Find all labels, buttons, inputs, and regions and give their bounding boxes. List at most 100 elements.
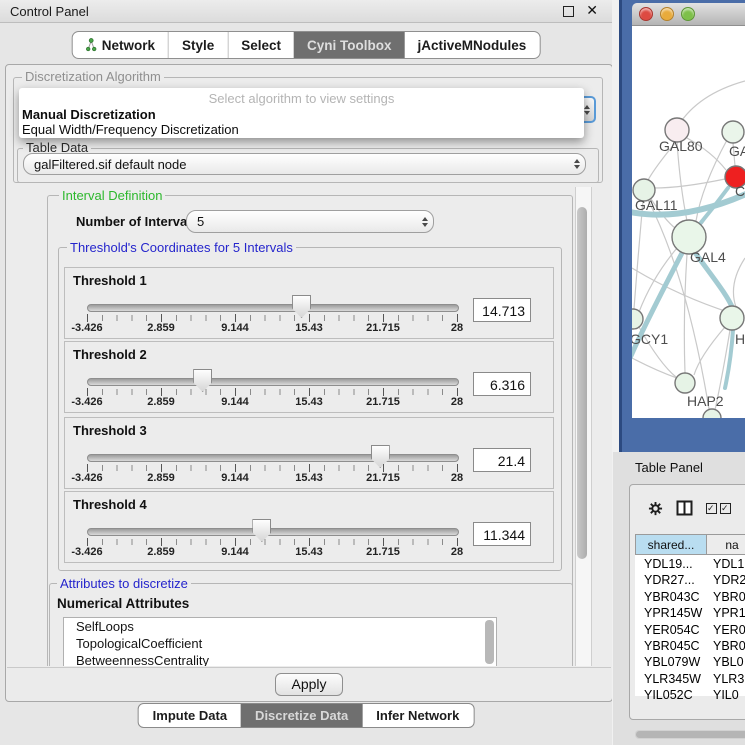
panel-scrollbar-thumb[interactable] xyxy=(577,207,587,559)
dropdown-option-manual-discretization[interactable]: Manual Discretization xyxy=(22,107,156,122)
cell-name: YDR2 xyxy=(713,573,745,587)
number-of-intervals-combobox[interactable]: 5 xyxy=(186,210,434,233)
slider-tick-label: 21.715 xyxy=(366,396,400,408)
slider-track[interactable] xyxy=(87,454,459,462)
apply-strip: Apply xyxy=(7,667,611,701)
slider-tick-label: 15.43 xyxy=(295,322,323,334)
network-window-titlebar[interactable] xyxy=(632,3,745,26)
number-of-intervals-value: 5 xyxy=(187,214,417,229)
network-canvas[interactable]: GAL80GACGAL11GAL4GCY1HHAP2 xyxy=(632,26,745,418)
apply-button[interactable]: Apply xyxy=(275,673,343,696)
close-traffic-light-icon[interactable] xyxy=(639,7,653,21)
table-row[interactable]: YPR145WYPR1 xyxy=(635,605,745,621)
threshold-label: Threshold 4 xyxy=(73,497,147,512)
bottom-tab-impute-data[interactable]: Impute Data xyxy=(139,704,241,727)
threshold-value-field[interactable]: 6.316 xyxy=(473,372,531,396)
cell-shared-name: YER054C xyxy=(644,623,700,637)
slider-major-tick xyxy=(235,464,236,472)
table-header-shared-name[interactable]: shared... xyxy=(635,534,707,555)
slider-major-tick xyxy=(87,538,88,546)
minimize-traffic-light-icon[interactable] xyxy=(660,7,674,21)
slider-major-tick xyxy=(235,538,236,546)
column-checkboxes-icon[interactable]: ✓✓ xyxy=(706,503,731,514)
threshold-panel-3: Threshold 3-3.4262.8599.14415.4321.71528… xyxy=(64,417,554,489)
settings-gear-icon[interactable] xyxy=(648,501,663,516)
table-data-combobox[interactable]: galFiltered.sif default node xyxy=(23,153,586,175)
threshold-panel-2: Threshold 2-3.4262.8599.14415.4321.71528… xyxy=(64,341,554,413)
stepper-arrows-icon xyxy=(417,217,433,227)
right-side: GAL80GACGAL11GAL4GCY1HHAP2 Table Panel ✓… xyxy=(612,0,745,745)
network-graph: GAL80GACGAL11GAL4GCY1HHAP2 xyxy=(632,26,745,418)
threshold-label: Threshold 2 xyxy=(73,347,147,362)
tab-network[interactable]: Network xyxy=(73,32,168,58)
table-header-name[interactable]: na xyxy=(706,534,745,555)
tab-bar: NetworkStyle Select Cyni Toolbox jActiveMNo… xyxy=(72,31,541,59)
cell-name: YBL0 xyxy=(713,655,744,669)
slider-track[interactable] xyxy=(87,378,459,386)
slider-tick-label: -3.426 xyxy=(71,322,102,334)
network-node[interactable] xyxy=(722,121,744,143)
cell-shared-name: YBR045C xyxy=(644,639,700,653)
slider-track[interactable] xyxy=(87,528,459,536)
table-hscrollbar[interactable] xyxy=(635,730,745,739)
table-panel: Table Panel ✓✓ shared...naYDL19...YDL1YD… xyxy=(613,452,745,745)
bottom-tab-discretize-data[interactable]: Discretize Data xyxy=(241,704,362,727)
bottom-tab-infer-network[interactable]: Infer Network xyxy=(362,704,473,727)
attribute-list-item[interactable]: SelfLoops xyxy=(64,618,496,635)
slider-major-tick xyxy=(87,388,88,396)
tab-select[interactable]: Select xyxy=(227,32,294,58)
split-view-icon[interactable] xyxy=(676,500,693,516)
threshold-value-field[interactable]: 21.4 xyxy=(473,448,531,472)
table-row[interactable]: YDR27...YDR2 xyxy=(635,572,745,588)
slider-tick-label: 2.859 xyxy=(147,546,175,558)
table-row[interactable]: YER054C YER0 xyxy=(635,622,745,638)
cell-shared-name: YLR345W xyxy=(644,672,701,686)
slider-major-tick xyxy=(457,388,458,396)
numerical-attributes-list[interactable]: SelfLoopsTopologicalCoefficientBetweenne… xyxy=(63,617,497,666)
node-label: GAL80 xyxy=(659,138,703,154)
network-node[interactable] xyxy=(632,309,643,329)
close-icon[interactable]: ✕ xyxy=(586,2,598,19)
slider-tick-label: 28 xyxy=(451,472,463,484)
slider-major-tick xyxy=(383,388,384,396)
threshold-value-field[interactable]: 14.713 xyxy=(473,298,531,322)
tab-jactivemnodules[interactable]: jActiveMNodules xyxy=(405,32,540,58)
node-table[interactable]: shared...naYDL19...YDL1YDR27...YDR2YBR04… xyxy=(635,534,745,696)
tab-cyni-toolbox[interactable]: Cyni Toolbox xyxy=(294,32,405,58)
tab-style[interactable]: Style xyxy=(168,32,227,58)
cell-shared-name: YDL19... xyxy=(644,557,693,571)
zoom-traffic-light-icon[interactable] xyxy=(681,7,695,21)
network-node[interactable] xyxy=(720,306,744,330)
dropdown-option-equal-width-frequency[interactable]: Equal Width/Frequency Discretization xyxy=(22,122,239,137)
table-row[interactable]: YIL052CYIL0 xyxy=(635,687,745,703)
attribute-list-item[interactable]: BetweennessCentrality xyxy=(64,652,496,666)
network-icon xyxy=(86,38,97,52)
node-label: H xyxy=(735,331,745,347)
slider-tick-label: 15.43 xyxy=(295,546,323,558)
interval-definition-title: Interval Definition xyxy=(59,188,165,203)
table-row[interactable]: YBR045CYBR0 xyxy=(635,638,745,654)
cell-name: YER0 xyxy=(713,623,745,637)
list-scrollbar[interactable] xyxy=(485,620,494,664)
node-label: C xyxy=(735,183,745,199)
network-node[interactable] xyxy=(703,409,721,418)
tab-label: Select xyxy=(241,38,281,53)
slider-minor-ticks xyxy=(87,465,458,471)
table-row[interactable]: YLR345WYLR3 xyxy=(635,671,745,687)
slider-major-tick xyxy=(161,314,162,322)
table-row[interactable]: YBR043CYBR0 xyxy=(635,589,745,605)
table-hscrollbar-thumb[interactable] xyxy=(636,731,745,738)
slider-tick-label: 9.144 xyxy=(221,546,249,558)
tab-label: jActiveMNodules xyxy=(418,38,527,53)
cell-shared-name: YIL052C xyxy=(644,688,693,702)
threshold-value-field[interactable]: 11.344 xyxy=(473,522,531,546)
table-row[interactable]: YBL079WYBL0 xyxy=(635,654,745,670)
table-row[interactable]: YDL19...YDL1 xyxy=(635,556,745,572)
network-node[interactable] xyxy=(675,373,695,393)
table-panel-toolbar: ✓✓ xyxy=(630,495,745,521)
slider-minor-ticks xyxy=(87,315,458,321)
slider-major-tick xyxy=(309,538,310,546)
slider-track[interactable] xyxy=(87,304,459,312)
float-window-icon[interactable] xyxy=(563,6,574,17)
attribute-list-item[interactable]: TopologicalCoefficient xyxy=(64,635,496,652)
